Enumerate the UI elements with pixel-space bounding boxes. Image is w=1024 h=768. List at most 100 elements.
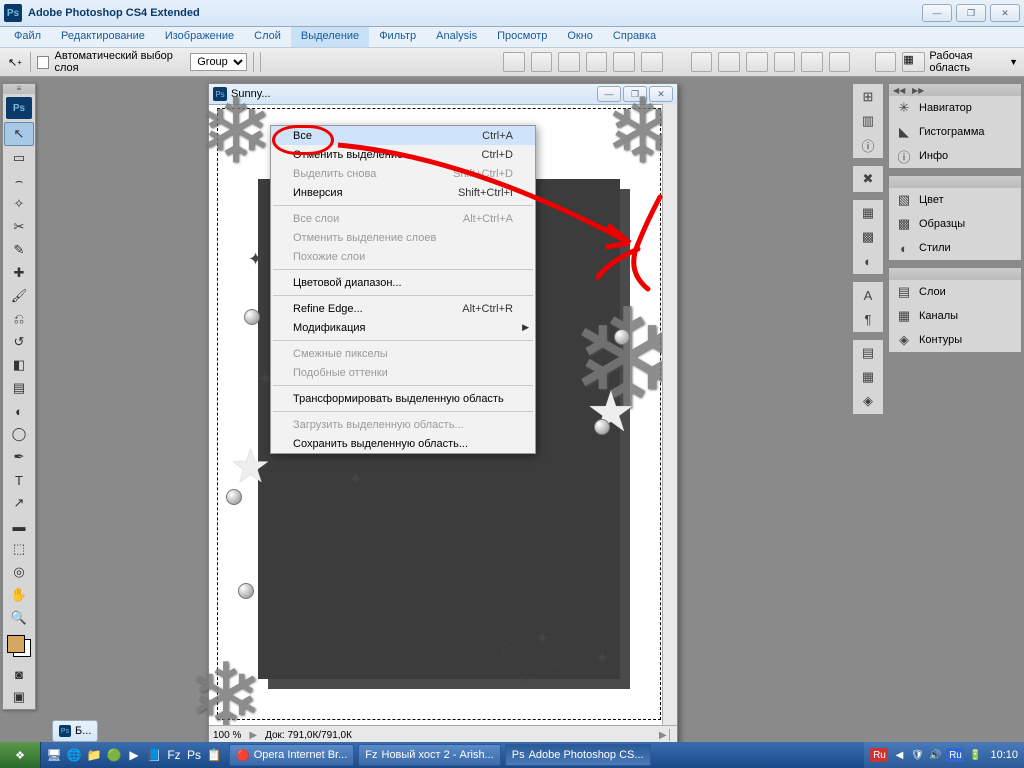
wand-tool[interactable]: ✧ xyxy=(5,193,33,215)
eyedropper-tool[interactable]: ✎ xyxy=(5,239,33,261)
close-button[interactable]: ✕ xyxy=(990,4,1020,22)
panel-color[interactable]: ▧Цвет xyxy=(889,188,1021,212)
para-dock-icon[interactable]: ¶ xyxy=(855,308,881,330)
chevron-down-icon[interactable]: ▼ xyxy=(1009,57,1018,67)
tray-icon[interactable]: ◀ xyxy=(892,748,906,762)
ql-icon[interactable]: Fz xyxy=(165,746,183,764)
path-tool[interactable]: ↗ xyxy=(5,492,33,514)
quickmask-tool[interactable]: ◙ xyxy=(5,663,33,685)
menu-item[interactable]: Сохранить выделенную область... xyxy=(271,434,535,453)
auto-select-dropdown[interactable]: Group xyxy=(190,53,247,71)
menu-изображение[interactable]: Изображение xyxy=(155,27,244,47)
menu-item[interactable]: ИнверсияShift+Ctrl+I xyxy=(271,183,535,202)
stamp-tool[interactable]: ⎌ xyxy=(5,308,33,330)
panel-histogram[interactable]: ◣Гистограмма xyxy=(889,120,1021,144)
pen-tool[interactable]: ✒ xyxy=(5,446,33,468)
align-btn[interactable] xyxy=(613,52,635,72)
menu-item[interactable]: Трансформировать выделенную область xyxy=(271,389,535,408)
3d-tool[interactable]: ⬚ xyxy=(5,538,33,560)
align-btn[interactable] xyxy=(531,52,553,72)
menu-окно[interactable]: Окно xyxy=(557,27,603,47)
maximize-button[interactable]: ❐ xyxy=(956,4,986,22)
lasso-tool[interactable]: ⌢ xyxy=(5,170,33,192)
brush-tool[interactable]: 🖌 xyxy=(5,285,33,307)
clock[interactable]: 10:10 xyxy=(990,749,1018,761)
menu-справка[interactable]: Справка xyxy=(603,27,666,47)
menu-item[interactable]: ВсеCtrl+A xyxy=(271,126,535,145)
distribute-btn[interactable] xyxy=(746,52,768,72)
workspace-label[interactable]: Рабочая область xyxy=(929,50,1005,74)
hand-tool[interactable]: ✋ xyxy=(5,584,33,606)
panel-swatches[interactable]: ▩Образцы xyxy=(889,212,1021,236)
tray-icon[interactable]: 🔋 xyxy=(968,748,982,762)
info-dock-icon[interactable]: ⓘ xyxy=(855,134,881,156)
channels-dock-icon[interactable]: ▦ xyxy=(855,366,881,388)
workspace-icon[interactable]: ▦ xyxy=(902,52,925,72)
panel-styles[interactable]: ◐Стили xyxy=(889,236,1021,260)
taskbar-item[interactable]: PsAdobe Photoshop CS... xyxy=(505,744,651,766)
ql-icon[interactable]: 📋 xyxy=(205,746,223,764)
tray-icon[interactable]: 🔊 xyxy=(928,748,942,762)
auto-align-btn[interactable] xyxy=(875,52,897,72)
distribute-btn[interactable] xyxy=(691,52,713,72)
blur-tool[interactable]: ◐ xyxy=(5,400,33,422)
ql-icon[interactable]: 🖥 xyxy=(45,746,63,764)
menu-item[interactable]: Refine Edge...Alt+Ctrl+R xyxy=(271,299,535,318)
zoom-tool[interactable]: 🔍 xyxy=(5,607,33,629)
eraser-tool[interactable]: ◧ xyxy=(5,354,33,376)
distribute-btn[interactable] xyxy=(801,52,823,72)
tray-lang-icon[interactable]: Ru xyxy=(870,748,888,762)
move-tool[interactable]: ↖ xyxy=(4,122,34,146)
heal-tool[interactable]: ✚ xyxy=(5,262,33,284)
panel-paths[interactable]: ◈Контуры xyxy=(889,328,1021,352)
menu-фильтр[interactable]: Фильтр xyxy=(369,27,426,47)
ql-icon[interactable]: 🌐 xyxy=(65,746,83,764)
menu-выделение[interactable]: Выделение xyxy=(291,27,369,47)
ql-icon[interactable]: ▶ xyxy=(125,746,143,764)
taskbar-item[interactable]: FzНовый хост 2 - Arish... xyxy=(358,744,500,766)
align-btn[interactable] xyxy=(641,52,663,72)
menu-analysis[interactable]: Analysis xyxy=(426,27,487,47)
align-btn[interactable] xyxy=(503,52,525,72)
tray-icon[interactable]: 🛡 xyxy=(910,748,924,762)
menu-редактирование[interactable]: Редактирование xyxy=(51,27,155,47)
menu-item[interactable]: Модификация▶ xyxy=(271,318,535,337)
menu-файл[interactable]: Файл xyxy=(4,27,51,47)
align-btn[interactable] xyxy=(586,52,608,72)
gradient-tool[interactable]: ▤ xyxy=(5,377,33,399)
histogram-dock-icon[interactable]: ▥ xyxy=(855,110,881,132)
vertical-scrollbar[interactable] xyxy=(662,104,677,726)
zoom-level[interactable]: 100 % xyxy=(213,730,241,741)
distribute-btn[interactable] xyxy=(774,52,796,72)
menu-item[interactable]: Цветовой диапазон... xyxy=(271,273,535,292)
foreground-color[interactable] xyxy=(7,635,25,653)
align-btn[interactable] xyxy=(558,52,580,72)
3d-camera-tool[interactable]: ◎ xyxy=(5,561,33,583)
panel-navigator[interactable]: ✳Навигатор xyxy=(889,96,1021,120)
type-tool[interactable]: T xyxy=(5,469,33,491)
crop-tool[interactable]: ✂ xyxy=(5,216,33,238)
marquee-tool[interactable]: ▭ xyxy=(5,147,33,169)
auto-select-checkbox[interactable] xyxy=(37,56,49,69)
menu-слой[interactable]: Слой xyxy=(244,27,291,47)
color-dock-icon[interactable]: ▦ xyxy=(855,202,881,224)
ql-icon[interactable]: Ps xyxy=(185,746,203,764)
panel-collapse-button[interactable]: ◀◀ ▶▶ xyxy=(889,84,1021,96)
panel-layers[interactable]: ▤Слои xyxy=(889,280,1021,304)
ql-icon[interactable]: 📘 xyxy=(145,746,163,764)
dodge-tool[interactable]: ◯ xyxy=(5,423,33,445)
menu-item[interactable]: Отменить выделениеCtrl+D xyxy=(271,145,535,164)
minimized-doc-tab[interactable]: PsБ... xyxy=(52,720,98,742)
distribute-btn[interactable] xyxy=(718,52,740,72)
tools-dock-icon[interactable]: ✖ xyxy=(855,168,881,190)
start-button[interactable]: ❖ xyxy=(0,742,41,768)
history-brush-tool[interactable]: ↺ xyxy=(5,331,33,353)
color-swatch[interactable] xyxy=(5,633,33,659)
minimize-button[interactable]: — xyxy=(922,4,952,22)
menu-просмотр[interactable]: Просмотр xyxy=(487,27,557,47)
panel-channels[interactable]: ▦Каналы xyxy=(889,304,1021,328)
styles-dock-icon[interactable]: ◐ xyxy=(855,250,881,272)
layers-dock-icon[interactable]: ▤ xyxy=(855,342,881,364)
ql-icon[interactable]: 🟢 xyxy=(105,746,123,764)
panel-info[interactable]: ⓘИнфо xyxy=(889,144,1021,168)
